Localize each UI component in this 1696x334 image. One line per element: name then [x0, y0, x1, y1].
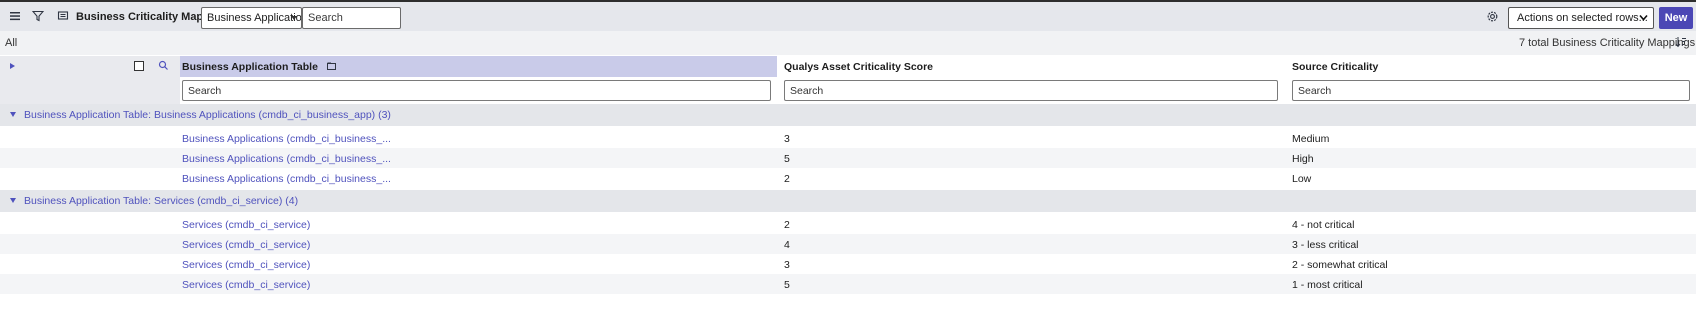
table-row: Business Applications (cmdb_ci_business_… — [0, 168, 1696, 188]
qualys-score-cell: 2 — [784, 173, 790, 185]
qualys-score-cell: 5 — [784, 153, 790, 165]
source-criticality-cell: Low — [1292, 173, 1312, 185]
search-field-select[interactable]: Business Applicatior — [201, 7, 302, 29]
column-header-source-criticality[interactable]: Source Criticality — [1285, 56, 1696, 77]
grouped-by-icon — [326, 62, 336, 74]
actions-on-selected-rows-select[interactable]: Actions on selected rows... — [1508, 7, 1654, 29]
column-search-icon[interactable] — [158, 60, 169, 74]
table-row: Business Applications (cmdb_ci_business_… — [0, 148, 1696, 168]
source-criticality-cell: 4 - not critical — [1292, 219, 1355, 231]
hamburger-menu-icon[interactable] — [9, 10, 21, 24]
sort-order-icon[interactable] — [1675, 35, 1687, 52]
qualys-score-cell: 4 — [784, 239, 790, 251]
list-toolbar: Business Criticality Mappings Business A… — [0, 2, 1696, 31]
source-criticality-cell: High — [1292, 153, 1314, 165]
table-row: Services (cmdb_ci_service) 5 1 - most cr… — [0, 274, 1696, 294]
collapse-group-icon[interactable] — [10, 198, 16, 203]
filter-icon[interactable] — [31, 10, 45, 24]
source-criticality-cell: Medium — [1292, 133, 1330, 145]
business-application-table-search-input[interactable] — [182, 80, 771, 101]
source-criticality-search-input[interactable] — [1292, 80, 1690, 101]
qualys-score-cell: 2 — [784, 219, 790, 231]
select-all-checkbox[interactable] — [134, 61, 144, 71]
list-context-icon[interactable] — [57, 10, 69, 24]
business-application-table-link[interactable]: Business Applications (cmdb_ci_business_… — [182, 173, 391, 185]
group-label: Business Application Table: Services (cm… — [24, 195, 299, 207]
column-header-business-application-table[interactable]: Business Application Table — [180, 56, 777, 77]
table-row: Services (cmdb_ci_service) 2 4 - not cri… — [0, 214, 1696, 234]
business-application-table-link[interactable]: Business Applications (cmdb_ci_business_… — [182, 153, 391, 165]
breadcrumb-all[interactable]: All — [5, 37, 17, 49]
group-label: Business Application Table: Business App… — [24, 109, 391, 121]
new-button[interactable]: New — [1659, 7, 1693, 29]
actions-select-value: Actions on selected rows... — [1517, 12, 1648, 24]
caret-down-icon — [291, 16, 297, 20]
column-header-label: Qualys Asset Criticality Score — [784, 61, 934, 73]
business-application-table-link[interactable]: Services (cmdb_ci_service) — [182, 239, 310, 251]
collapse-group-icon[interactable] — [10, 112, 16, 117]
table-row: Services (cmdb_ci_service) 3 2 - somewha… — [0, 254, 1696, 274]
business-application-table-link[interactable]: Services (cmdb_ci_service) — [182, 279, 310, 291]
group-row-business-applications[interactable]: Business Application Table: Business App… — [0, 104, 1696, 126]
table-row: Business Applications (cmdb_ci_business_… — [0, 128, 1696, 148]
qualys-score-cell: 3 — [784, 133, 790, 145]
business-application-table-link[interactable]: Services (cmdb_ci_service) — [182, 219, 310, 231]
header-controls — [0, 56, 180, 77]
column-header-row: Business Application Table Qualys Asset … — [0, 56, 1696, 77]
filter-row-spacer — [0, 77, 180, 104]
total-record-count: 7 total Business Criticality Mappings — [1519, 37, 1696, 49]
list-search-input[interactable] — [302, 7, 401, 29]
column-header-label: Source Criticality — [1292, 61, 1379, 73]
source-criticality-cell: 2 - somewhat critical — [1292, 259, 1388, 271]
source-criticality-cell: 3 - less critical — [1292, 239, 1359, 251]
qualys-asset-criticality-score-search-input[interactable] — [784, 80, 1278, 101]
column-header-label: Business Application Table — [182, 61, 318, 73]
column-search-row — [0, 77, 1696, 104]
business-application-table-link[interactable]: Services (cmdb_ci_service) — [182, 259, 310, 271]
table-row: Services (cmdb_ci_service) 4 3 - less cr… — [0, 234, 1696, 254]
source-criticality-cell: 1 - most critical — [1292, 279, 1363, 291]
breadcrumb-bar: All 7 total Business Criticality Mapping… — [0, 31, 1696, 55]
search-field-select-value: Business Applicatior — [207, 12, 302, 24]
expand-all-icon[interactable] — [10, 63, 15, 69]
qualys-score-cell: 5 — [784, 279, 790, 291]
group-row-services[interactable]: Business Application Table: Services (cm… — [0, 190, 1696, 212]
business-application-table-link[interactable]: Business Applications (cmdb_ci_business_… — [182, 133, 391, 145]
gear-icon[interactable] — [1486, 10, 1499, 25]
chevron-down-icon — [1639, 13, 1648, 25]
qualys-score-cell: 3 — [784, 259, 790, 271]
column-header-qualys-asset-criticality-score[interactable]: Qualys Asset Criticality Score — [777, 56, 1285, 77]
